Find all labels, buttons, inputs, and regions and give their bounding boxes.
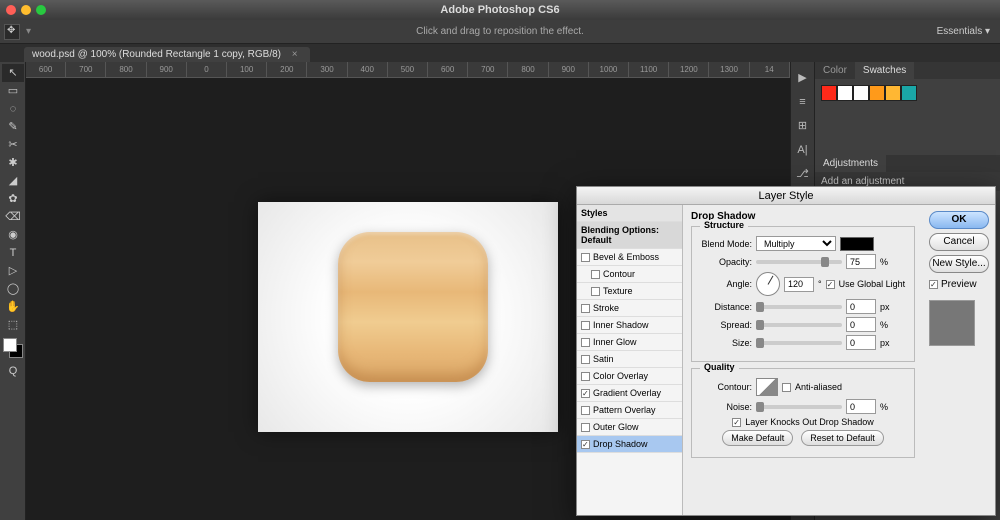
effect-bevel[interactable]: Bevel & Emboss	[577, 249, 682, 266]
swatch[interactable]	[837, 85, 853, 101]
heal-tool[interactable]: ◢	[2, 172, 24, 190]
effect-stroke[interactable]: Stroke	[577, 300, 682, 317]
eyedropper-tool[interactable]: ✱	[2, 154, 24, 172]
close-window-button[interactable]	[6, 5, 16, 15]
document-tabs: wood.psd @ 100% (Rounded Rectangle 1 cop…	[0, 44, 1000, 62]
horizontal-ruler: 6007008009000100200300400500600700800900…	[26, 62, 790, 78]
blend-mode-select[interactable]: Multiply	[756, 236, 836, 251]
shadow-color-chip[interactable]	[840, 237, 874, 251]
cancel-button[interactable]: Cancel	[929, 233, 989, 251]
swatch[interactable]	[869, 85, 885, 101]
options-hint: Click and drag to reposition the effect.	[416, 26, 584, 37]
move-tool-indicator[interactable]	[4, 24, 20, 40]
ok-button[interactable]: OK	[929, 211, 989, 229]
spread-input[interactable]	[846, 317, 876, 332]
quality-group: Quality Contour: Anti-aliased Noise: % L…	[691, 368, 915, 458]
traffic-lights	[6, 5, 46, 15]
contour-picker[interactable]	[756, 378, 778, 396]
effect-texture[interactable]: Texture	[577, 283, 682, 300]
brush-tool[interactable]: ✿	[2, 190, 24, 208]
options-bar: ▾ Click and drag to reposition the effec…	[0, 20, 1000, 44]
window-titlebar: Adobe Photoshop CS6	[0, 0, 1000, 20]
swatch[interactable]	[853, 85, 869, 101]
effect-gradient-overlay[interactable]: Gradient Overlay	[577, 385, 682, 402]
adjustments-tab[interactable]: Adjustments	[815, 155, 886, 172]
properties-icon[interactable]: ⊞	[793, 116, 813, 136]
make-default-button[interactable]: Make Default	[722, 430, 793, 446]
knockout-checkbox[interactable]	[732, 418, 741, 427]
reset-default-button[interactable]: Reset to Default	[801, 430, 884, 446]
effect-color-overlay[interactable]: Color Overlay	[577, 368, 682, 385]
swatches-tab[interactable]: Swatches	[855, 62, 914, 79]
canvas-artboard[interactable]	[258, 202, 558, 432]
close-tab-icon[interactable]: ×	[292, 49, 298, 60]
app-title: Adobe Photoshop CS6	[440, 4, 559, 16]
global-light-checkbox[interactable]	[826, 280, 835, 289]
toolbox: ↖ ▭ ◌ ✎ ✂ ✱ ◢ ✿ ⌫ ◉ T ▷ ◯ ✋ ⬚ Q	[0, 62, 26, 520]
dialog-title: Layer Style	[577, 187, 995, 205]
spread-slider[interactable]	[756, 323, 842, 327]
distance-input[interactable]	[846, 299, 876, 314]
swatch[interactable]	[901, 85, 917, 101]
marquee-tool[interactable]: ▭	[2, 82, 24, 100]
color-panel-tabs: Color Swatches	[815, 62, 1000, 79]
size-input[interactable]	[846, 335, 876, 350]
workspace-selector[interactable]: Essentials ▾	[937, 26, 990, 37]
noise-slider[interactable]	[756, 405, 842, 409]
document-tab[interactable]: wood.psd @ 100% (Rounded Rectangle 1 cop…	[24, 47, 310, 62]
wood-icon-layer[interactable]	[338, 232, 488, 382]
swatch[interactable]	[821, 85, 837, 101]
preview-thumbnail	[929, 300, 975, 346]
preview-checkbox[interactable]	[929, 280, 938, 289]
opacity-input[interactable]	[846, 254, 876, 269]
angle-input[interactable]	[784, 277, 814, 292]
foreground-color-swatch[interactable]	[3, 338, 17, 352]
anti-aliased-checkbox[interactable]	[782, 383, 791, 392]
hand-tool[interactable]: ✋	[2, 298, 24, 316]
foreground-background-colors[interactable]	[3, 338, 23, 358]
size-slider[interactable]	[756, 341, 842, 345]
dialog-buttons: OK Cancel New Style... Preview	[923, 205, 995, 515]
crop-tool[interactable]: ✂	[2, 136, 24, 154]
effect-drop-shadow[interactable]: Drop Shadow	[577, 436, 682, 453]
minimize-window-button[interactable]	[21, 5, 31, 15]
document-tab-label: wood.psd @ 100% (Rounded Rectangle 1 cop…	[32, 49, 281, 60]
opacity-slider[interactable]: .slider[style*="75"]:before{left:75%}	[756, 260, 842, 264]
effect-inner-glow[interactable]: Inner Glow	[577, 334, 682, 351]
zoom-tool[interactable]: ⬚	[2, 316, 24, 334]
quickmask-toggle[interactable]: Q	[2, 362, 24, 380]
effect-contour[interactable]: Contour	[577, 266, 682, 283]
effect-outer-glow[interactable]: Outer Glow	[577, 419, 682, 436]
styles-header[interactable]: Styles	[577, 205, 682, 222]
adjustments-panel-tabs: Adjustments	[815, 155, 1000, 172]
swatches-panel	[815, 79, 1000, 115]
history-icon[interactable]: ≡	[793, 92, 813, 112]
type-tool[interactable]: T	[2, 244, 24, 262]
move-tool[interactable]: ↖	[2, 64, 24, 82]
character-icon[interactable]: A|	[793, 140, 813, 160]
noise-input[interactable]	[846, 399, 876, 414]
maximize-window-button[interactable]	[36, 5, 46, 15]
effects-list: Styles Blending Options: Default Bevel &…	[577, 205, 683, 515]
path-tool[interactable]: ▷	[2, 262, 24, 280]
eraser-tool[interactable]: ◉	[2, 226, 24, 244]
effect-inner-shadow[interactable]: Inner Shadow	[577, 317, 682, 334]
wand-tool[interactable]: ✎	[2, 118, 24, 136]
paragraph-icon[interactable]: ⎇	[793, 164, 813, 184]
angle-dial[interactable]	[756, 272, 780, 296]
swatch[interactable]	[885, 85, 901, 101]
expand-icon[interactable]: ▶	[793, 68, 813, 88]
layer-style-dialog[interactable]: Layer Style Styles Blending Options: Def…	[576, 186, 996, 516]
color-tab[interactable]: Color	[815, 62, 855, 79]
new-style-button[interactable]: New Style...	[929, 255, 989, 273]
structure-group: Structure Blend Mode: Multiply Opacity: …	[691, 226, 915, 362]
effect-settings: Drop Shadow Structure Blend Mode: Multip…	[683, 205, 923, 515]
distance-slider[interactable]	[756, 305, 842, 309]
blending-options-row[interactable]: Blending Options: Default	[577, 222, 682, 249]
lasso-tool[interactable]: ◌	[2, 100, 24, 118]
effect-satin[interactable]: Satin	[577, 351, 682, 368]
stamp-tool[interactable]: ⌫	[2, 208, 24, 226]
effect-pattern-overlay[interactable]: Pattern Overlay	[577, 402, 682, 419]
shape-tool[interactable]: ◯	[2, 280, 24, 298]
